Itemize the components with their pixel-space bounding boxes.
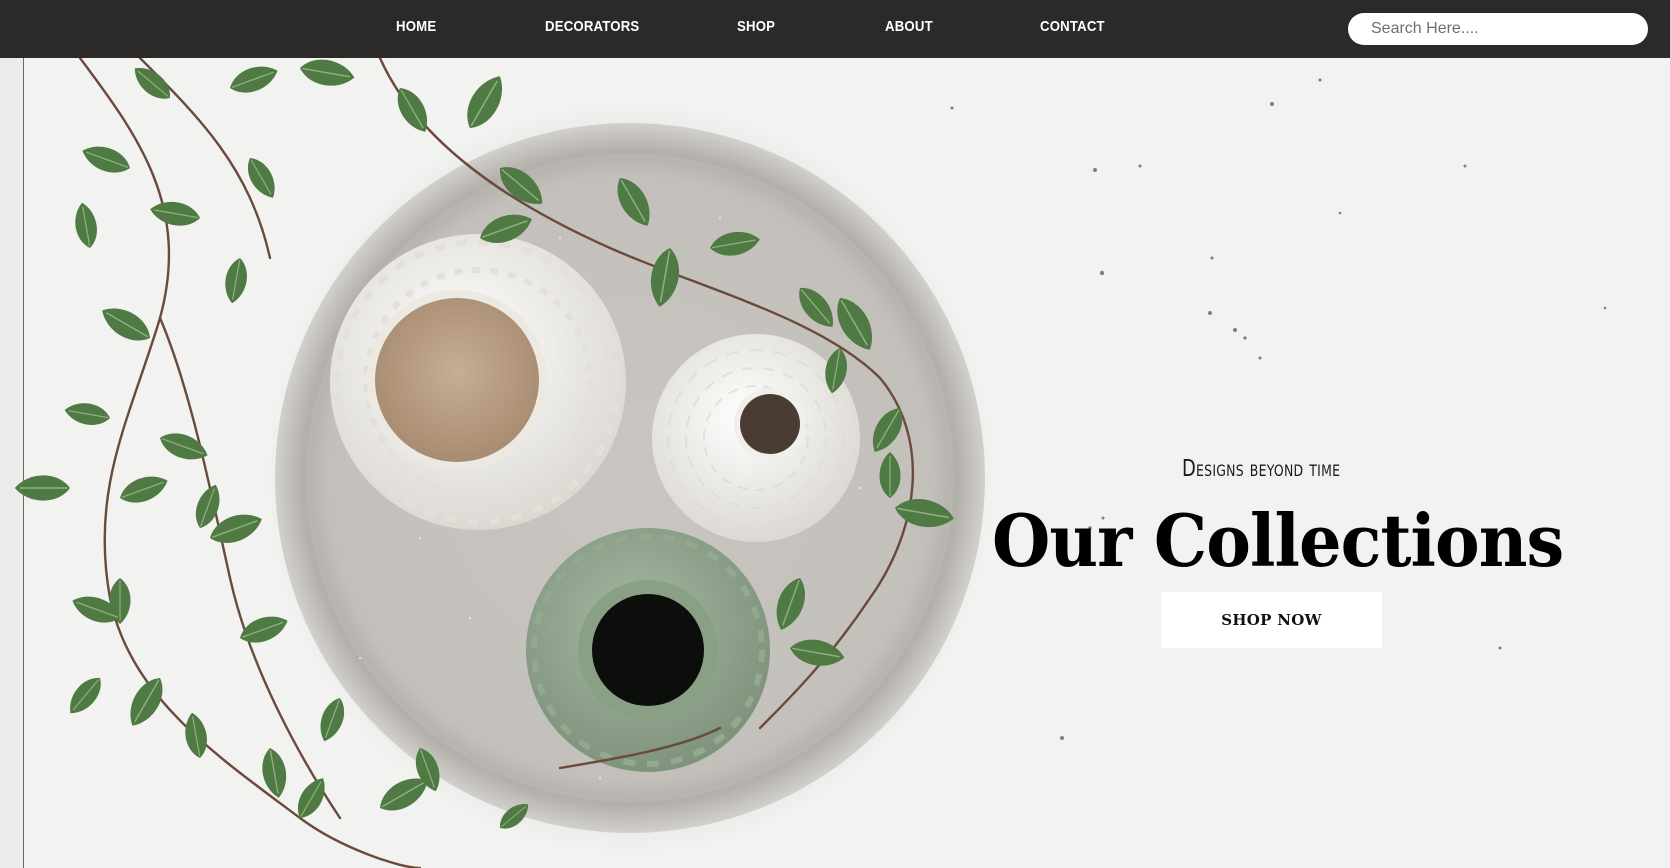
nav-decorators-link[interactable]: DECORATORS [545,18,639,35]
hero-background-image [0,58,1670,868]
shop-now-button[interactable]: SHOP NOW [1161,592,1382,648]
nav-contact-link[interactable]: CONTACT [1040,18,1105,35]
hero-title: Our Collections [992,498,1564,583]
search-input[interactable] [1348,13,1648,45]
hero-tagline: Designs beyond time [1182,456,1341,482]
hero-section: Designs beyond time Our Collections SHOP… [0,58,1670,868]
nav-links: HOME DECORATORS SHOP ABOUT CONTACT [0,0,1200,58]
nav-about-link[interactable]: ABOUT [885,18,933,35]
top-navbar: HOME DECORATORS SHOP ABOUT CONTACT [0,0,1670,58]
nav-shop-link[interactable]: SHOP [737,18,775,35]
nav-home-link[interactable]: HOME [396,18,436,35]
